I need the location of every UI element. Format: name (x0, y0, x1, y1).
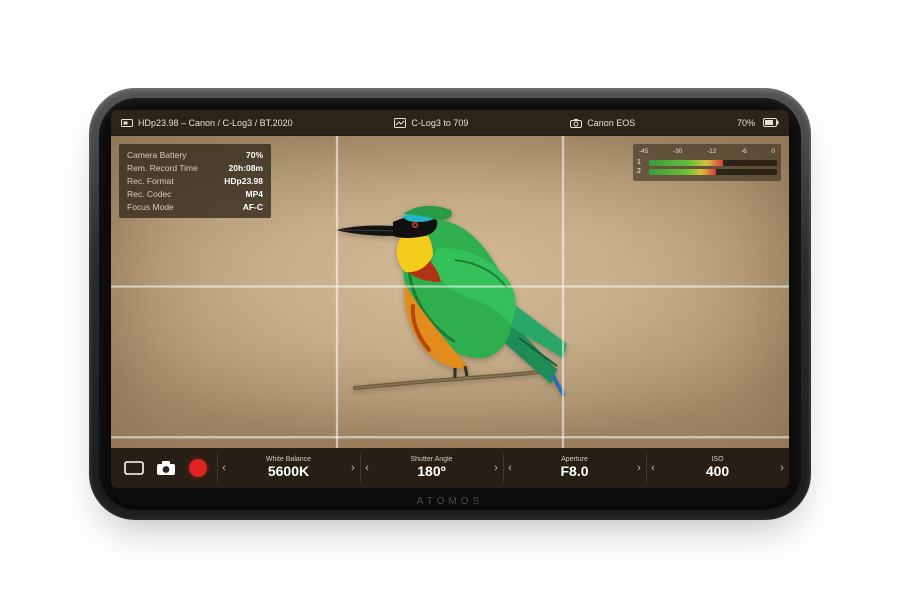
param-strip: ‹ White Balance 5600K › ‹ Shutter Angle … (217, 448, 789, 488)
param-label: ISO (660, 456, 775, 463)
chevron-right-icon[interactable]: › (489, 462, 503, 474)
info-label: Rec. Codec (127, 189, 203, 199)
param-aperture[interactable]: ‹ Aperture F8.0 › (503, 448, 646, 488)
format-text: HDp23.98 – Canon / C-Log3 / BT.2020 (138, 118, 293, 128)
info-label: Focus Mode (127, 202, 203, 212)
audio-scale: -45 -30 -12 -6 0 (637, 148, 777, 157)
bottom-toolbar[interactable]: ‹ White Balance 5600K › ‹ Shutter Angle … (111, 448, 789, 488)
camera-icon (570, 118, 582, 128)
brand-wordmark: ATOMOS (99, 496, 801, 507)
info-label: Rec. Format (127, 176, 203, 186)
audio-meters-panel[interactable]: -45 -30 -12 -6 0 1 2 (633, 144, 781, 181)
chevron-left-icon[interactable]: ‹ (217, 462, 231, 474)
chevron-right-icon[interactable]: › (775, 462, 789, 474)
camera-text: Canon EOS (587, 118, 635, 128)
chevron-left-icon[interactable]: ‹ (360, 462, 374, 474)
param-value: 180º (417, 463, 445, 479)
param-value: 5600K (268, 463, 309, 479)
param-white-balance[interactable]: ‹ White Balance 5600K › (217, 448, 360, 488)
device-shell: HDp23.98 – Canon / C-Log3 / BT.2020 C-Lo… (89, 88, 811, 520)
info-value: 70% (219, 150, 263, 160)
param-value: F8.0 (560, 463, 588, 479)
param-shutter-angle[interactable]: ‹ Shutter Angle 180º › (360, 448, 503, 488)
device-bezel: HDp23.98 – Canon / C-Log3 / BT.2020 C-Lo… (99, 98, 801, 510)
audio-channel-1: 1 (637, 159, 777, 166)
info-value: 20h:08m (219, 163, 263, 173)
param-label: Shutter Angle (374, 456, 489, 463)
camera-chip[interactable]: Canon EOS (570, 118, 635, 128)
param-value: 400 (706, 463, 729, 479)
chevron-right-icon[interactable]: › (632, 462, 646, 474)
camera-info-panel[interactable]: Camera Battery 70% Rem. Record Time 20h:… (119, 144, 271, 218)
info-value: MP4 (219, 189, 263, 199)
record-button[interactable] (187, 457, 209, 479)
chevron-right-icon[interactable]: › (346, 462, 360, 474)
lut-text: C-Log3 to 709 (411, 118, 468, 128)
param-label: Aperture (517, 456, 632, 463)
touchscreen[interactable]: HDp23.98 – Canon / C-Log3 / BT.2020 C-Lo… (111, 110, 789, 488)
audio-channel-2: 2 (637, 168, 777, 175)
chevron-left-icon[interactable]: ‹ (503, 462, 517, 474)
param-label: White Balance (231, 456, 346, 463)
subject-bird (305, 156, 595, 416)
param-iso[interactable]: ‹ ISO 400 › (646, 448, 789, 488)
lut-icon (394, 118, 406, 128)
info-label: Camera Battery (127, 150, 203, 160)
live-view[interactable]: Camera Battery 70% Rem. Record Time 20h:… (111, 136, 789, 448)
chevron-left-icon[interactable]: ‹ (646, 462, 660, 474)
battery-icon (763, 118, 779, 127)
info-label: Rem. Record Time (127, 163, 203, 173)
camera-icon[interactable] (155, 457, 177, 479)
crop-icon[interactable] (123, 457, 145, 479)
info-value: HDp23.98 (219, 176, 263, 186)
battery-text: 70% (737, 118, 755, 128)
lut-chip[interactable]: C-Log3 to 709 (394, 118, 468, 128)
format-chip[interactable]: HDp23.98 – Canon / C-Log3 / BT.2020 (121, 118, 293, 128)
top-status-bar[interactable]: HDp23.98 – Canon / C-Log3 / BT.2020 C-Lo… (111, 110, 789, 136)
video-format-icon (121, 118, 133, 128)
info-value: AF-C (219, 202, 263, 212)
